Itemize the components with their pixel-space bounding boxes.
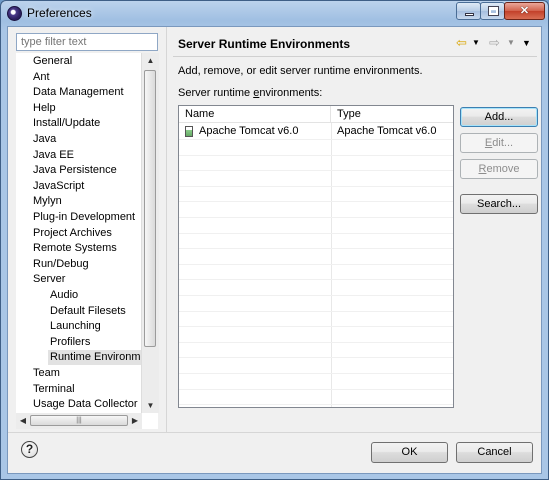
tree-item[interactable]: Ant — [33, 70, 50, 85]
minimize-icon — [465, 13, 474, 16]
scroll-thumb[interactable] — [144, 70, 156, 347]
tree-item[interactable]: Team — [33, 366, 60, 381]
tree-item[interactable]: Help — [33, 101, 56, 116]
dialog-client-area: GeneralAntData ManagementHelpInstall/Upd… — [7, 26, 542, 474]
tree-item[interactable]: Java Persistence — [33, 163, 117, 178]
eclipse-app-icon — [7, 6, 22, 21]
maximize-button[interactable] — [480, 2, 505, 20]
minimize-button[interactable] — [456, 2, 481, 20]
scroll-down-arrow-icon[interactable]: ▼ — [142, 398, 159, 413]
row-gridline — [179, 185, 453, 187]
row-gridline — [179, 310, 453, 312]
tree-item[interactable]: Terminal — [33, 382, 75, 397]
tree-item[interactable]: General — [33, 54, 72, 69]
forward-dropdown-icon[interactable]: ▼ — [507, 35, 515, 51]
preference-tree[interactable]: General Ant Data Management Help Install/Upd… — [16, 53, 158, 429]
row-gridline — [179, 139, 453, 140]
row-gridline — [179, 263, 453, 265]
horizontal-scroll-thumb[interactable]: ||| — [30, 415, 128, 426]
view-menu-icon[interactable]: ▼ — [522, 35, 531, 51]
row-gridline — [179, 217, 453, 218]
scroll-right-arrow-icon[interactable]: ▶ — [128, 413, 142, 429]
tree-item[interactable]: Java EE — [33, 148, 74, 163]
back-arrow-icon[interactable]: ⇦ — [456, 35, 467, 51]
tree-item[interactable]: Plug-in Development — [33, 210, 135, 225]
scroll-left-arrow-icon[interactable]: ◀ — [16, 413, 30, 429]
tree-horizontal-scrollbar[interactable]: ◀ ||| ▶ — [16, 413, 142, 429]
window-title: Preferences — [27, 6, 92, 20]
tree-item[interactable]: Audio — [50, 288, 78, 303]
bottom-divider — [8, 432, 541, 433]
title-bar[interactable]: Preferences ✕ — [1, 1, 548, 26]
remove-button[interactable]: Remove — [460, 159, 538, 179]
runtime-table[interactable]: Name Type Apache Tomcat v6.0 Apache Tomc… — [178, 105, 454, 408]
row-gridline — [179, 295, 453, 296]
close-button[interactable]: ✕ — [504, 2, 545, 20]
row-gridline — [179, 373, 453, 374]
maximize-icon — [488, 6, 499, 16]
tree-item[interactable]: Runtime Environme — [48, 350, 147, 366]
page-title: Server Runtime Environments — [178, 37, 351, 51]
row-gridline — [179, 248, 453, 250]
row-gridline — [179, 388, 453, 390]
page-description: Add, remove, or edit server runtime envi… — [178, 65, 423, 77]
cancel-button[interactable]: Cancel — [456, 442, 533, 463]
table-label: Server runtime environments: — [178, 87, 322, 99]
tree-item[interactable]: Profilers — [50, 335, 90, 350]
add-button[interactable]: Add... — [460, 107, 538, 127]
tree-item[interactable]: Java — [33, 132, 56, 147]
filter-input[interactable] — [16, 33, 158, 51]
tree-item[interactable]: Usage Data Collector — [33, 397, 138, 412]
server-runtime-icon — [185, 126, 193, 137]
row-gridline — [179, 170, 453, 172]
close-icon: ✕ — [519, 5, 530, 17]
row-gridline — [179, 341, 453, 343]
tree-item[interactable]: Project Archives — [33, 226, 112, 241]
table-row-type[interactable]: Apache Tomcat v6.0 — [337, 124, 436, 139]
tree-item[interactable]: Run/Debug — [33, 257, 89, 272]
edit-button[interactable]: Edit... — [460, 133, 538, 153]
tree-item[interactable]: Server — [33, 272, 65, 287]
tree-item[interactable]: Remote Systems — [33, 241, 117, 256]
table-label-pre: Server runtime — [178, 87, 254, 99]
table-row-name[interactable]: Apache Tomcat v6.0 — [199, 124, 298, 139]
back-dropdown-icon[interactable]: ▼ — [472, 35, 480, 51]
help-icon[interactable]: ? — [21, 441, 38, 458]
tree-item[interactable]: Launching — [50, 319, 101, 334]
ok-button[interactable]: OK — [371, 442, 448, 463]
remove-label: emove — [486, 163, 520, 175]
row-gridline — [179, 279, 453, 281]
column-divider — [331, 123, 332, 407]
forward-arrow-icon[interactable]: ⇨ — [489, 35, 500, 51]
row-gridline — [179, 326, 453, 328]
tree-item[interactable]: JavaScript — [33, 179, 84, 194]
search-button[interactable]: Search... — [460, 194, 538, 214]
tree-item[interactable]: Default Filesets — [50, 304, 126, 319]
edit-label: dit... — [492, 137, 514, 149]
row-gridline — [179, 404, 453, 406]
row-gridline — [179, 154, 453, 156]
row-gridline — [179, 201, 453, 203]
row-gridline — [179, 232, 453, 234]
tree-item[interactable]: Install/Update — [33, 116, 100, 131]
row-gridline — [179, 357, 453, 359]
page-header-divider — [173, 56, 537, 57]
table-label-post: nvironments: — [259, 87, 323, 99]
scroll-up-arrow-icon[interactable]: ▲ — [142, 53, 159, 68]
tree-item[interactable]: Mylyn — [33, 194, 62, 209]
sash-divider[interactable] — [166, 27, 167, 432]
tree-item[interactable]: Data Management — [33, 85, 124, 100]
preferences-window: Preferences ✕ GeneralAntData ManagementH… — [0, 0, 549, 480]
column-header-type[interactable]: Type — [331, 106, 453, 123]
column-header-name[interactable]: Name — [179, 106, 331, 123]
tree-vertical-scrollbar[interactable]: ▲ ▼ — [141, 53, 159, 413]
